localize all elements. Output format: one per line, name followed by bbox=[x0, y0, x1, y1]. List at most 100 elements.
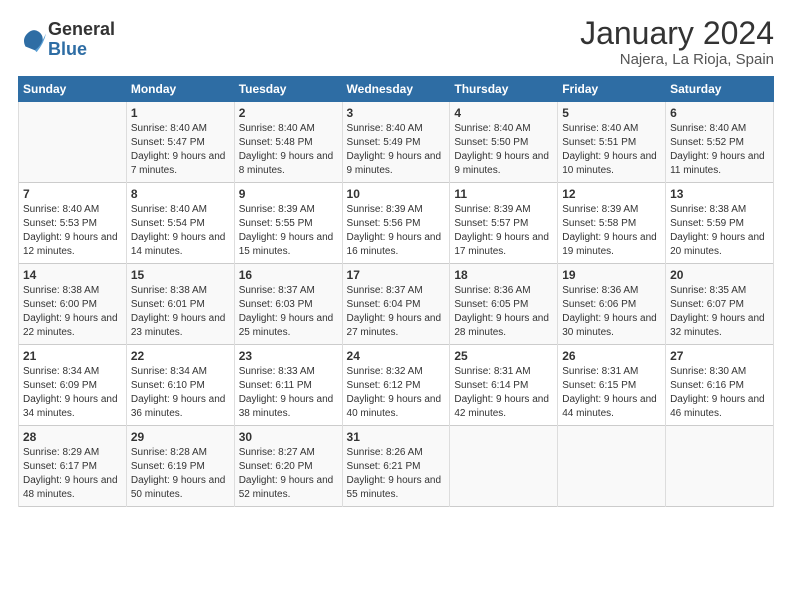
day-number: 11 bbox=[454, 187, 553, 201]
day-number: 9 bbox=[239, 187, 338, 201]
title-block: January 2024 Najera, La Rioja, Spain bbox=[580, 16, 774, 68]
day-number: 13 bbox=[670, 187, 769, 201]
logo-icon bbox=[18, 26, 46, 54]
cell-3-5: 26Sunrise: 8:31 AMSunset: 6:15 PMDayligh… bbox=[558, 345, 666, 426]
col-friday: Friday bbox=[558, 77, 666, 102]
cell-1-5: 12 Sunrise: 8:39 AMSunset: 5:58 PMDayligh… bbox=[558, 183, 666, 264]
cell-0-6: 6 Sunrise: 8:40 AMSunset: 5:52 PMDaylight… bbox=[666, 102, 774, 183]
cell-info: Sunrise: 8:39 AMSunset: 5:58 PMDaylight:… bbox=[562, 203, 661, 259]
day-number: 5 bbox=[562, 106, 661, 120]
cell-3-2: 23Sunrise: 8:33 AMSunset: 6:11 PMDayligh… bbox=[234, 345, 342, 426]
cell-2-6: 20 Sunrise: 8:35 AMSunset: 6:07 PMDayligh… bbox=[666, 264, 774, 345]
calendar-table: Sunday Monday Tuesday Wednesday Thursday… bbox=[18, 76, 774, 507]
cell-info: Sunrise: 8:38 AMSunset: 6:01 PMDaylight:… bbox=[131, 284, 230, 340]
cell-info: Sunrise: 8:40 AMSunset: 5:54 PMDaylight:… bbox=[131, 203, 230, 259]
cell-0-3: 3 Sunrise: 8:40 AMSunset: 5:49 PMDaylight… bbox=[342, 102, 450, 183]
week-row-0: 1Sunrise: 8:40 AMSunset: 5:47 PMDaylight… bbox=[19, 102, 774, 183]
week-row-4: 28Sunrise: 8:29 AMSunset: 6:17 PMDayligh… bbox=[19, 426, 774, 507]
cell-0-4: 4 Sunrise: 8:40 AMSunset: 5:50 PMDaylight… bbox=[450, 102, 558, 183]
cell-info: Sunrise: 8:28 AMSunset: 6:19 PMDaylight:… bbox=[131, 446, 230, 502]
day-number: 10 bbox=[347, 187, 446, 201]
day-number: 26 bbox=[562, 349, 661, 363]
cell-1-4: 11 Sunrise: 8:39 AMSunset: 5:57 PMDayligh… bbox=[450, 183, 558, 264]
cell-3-6: 27 Sunrise: 8:30 AMSunset: 6:16 PMDayligh… bbox=[666, 345, 774, 426]
cell-info: Sunrise: 8:30 AMSunset: 6:16 PMDaylight:… bbox=[670, 365, 769, 421]
cell-4-0: 28Sunrise: 8:29 AMSunset: 6:17 PMDayligh… bbox=[19, 426, 127, 507]
day-number: 17 bbox=[347, 268, 446, 282]
cell-2-1: 15Sunrise: 8:38 AMSunset: 6:01 PMDayligh… bbox=[126, 264, 234, 345]
day-number: 21 bbox=[23, 349, 122, 363]
cell-0-0 bbox=[19, 102, 127, 183]
cell-info: Sunrise: 8:38 AMSunset: 6:00 PMDaylight:… bbox=[23, 284, 122, 340]
day-number: 8 bbox=[131, 187, 230, 201]
cell-info: Sunrise: 8:40 AMSunset: 5:50 PMDaylight:… bbox=[454, 122, 553, 178]
cell-info: Sunrise: 8:27 AMSunset: 6:20 PMDaylight:… bbox=[239, 446, 338, 502]
header: General Blue January 2024 Najera, La Rio… bbox=[18, 16, 774, 68]
day-number: 14 bbox=[23, 268, 122, 282]
cell-1-1: 8 Sunrise: 8:40 AMSunset: 5:54 PMDaylight… bbox=[126, 183, 234, 264]
cell-info: Sunrise: 8:34 AMSunset: 6:10 PMDaylight:… bbox=[131, 365, 230, 421]
col-saturday: Saturday bbox=[666, 77, 774, 102]
cell-3-4: 25 Sunrise: 8:31 AMSunset: 6:14 PMDayligh… bbox=[450, 345, 558, 426]
day-number: 3 bbox=[347, 106, 446, 120]
col-thursday: Thursday bbox=[450, 77, 558, 102]
cell-info: Sunrise: 8:39 AMSunset: 5:55 PMDaylight:… bbox=[239, 203, 338, 259]
cell-0-2: 2 Sunrise: 8:40 AMSunset: 5:48 PMDaylight… bbox=[234, 102, 342, 183]
day-number: 16 bbox=[239, 268, 338, 282]
cell-4-2: 30 Sunrise: 8:27 AMSunset: 6:20 PMDayligh… bbox=[234, 426, 342, 507]
cell-info: Sunrise: 8:37 AMSunset: 6:04 PMDaylight:… bbox=[347, 284, 446, 340]
cell-info: Sunrise: 8:35 AMSunset: 6:07 PMDaylight:… bbox=[670, 284, 769, 340]
col-wednesday: Wednesday bbox=[342, 77, 450, 102]
cell-2-4: 18Sunrise: 8:36 AMSunset: 6:05 PMDayligh… bbox=[450, 264, 558, 345]
cell-info: Sunrise: 8:39 AMSunset: 5:57 PMDaylight:… bbox=[454, 203, 553, 259]
cell-info: Sunrise: 8:37 AMSunset: 6:03 PMDaylight:… bbox=[239, 284, 338, 340]
cell-2-5: 19 Sunrise: 8:36 AMSunset: 6:06 PMDayligh… bbox=[558, 264, 666, 345]
cell-1-3: 10 Sunrise: 8:39 AMSunset: 5:56 PMDayligh… bbox=[342, 183, 450, 264]
week-row-3: 21Sunrise: 8:34 AMSunset: 6:09 PMDayligh… bbox=[19, 345, 774, 426]
cell-1-2: 9 Sunrise: 8:39 AMSunset: 5:55 PMDaylight… bbox=[234, 183, 342, 264]
day-number: 30 bbox=[239, 430, 338, 444]
calendar-page: General Blue January 2024 Najera, La Rio… bbox=[0, 0, 792, 612]
cell-info: Sunrise: 8:32 AMSunset: 6:12 PMDaylight:… bbox=[347, 365, 446, 421]
cell-info: Sunrise: 8:40 AMSunset: 5:52 PMDaylight:… bbox=[670, 122, 769, 178]
day-number: 27 bbox=[670, 349, 769, 363]
day-number: 4 bbox=[454, 106, 553, 120]
cell-2-2: 16 Sunrise: 8:37 AMSunset: 6:03 PMDayligh… bbox=[234, 264, 342, 345]
cell-info: Sunrise: 8:36 AMSunset: 6:06 PMDaylight:… bbox=[562, 284, 661, 340]
cell-info: Sunrise: 8:40 AMSunset: 5:49 PMDaylight:… bbox=[347, 122, 446, 178]
header-row: Sunday Monday Tuesday Wednesday Thursday… bbox=[19, 77, 774, 102]
cell-info: Sunrise: 8:36 AMSunset: 6:05 PMDaylight:… bbox=[454, 284, 553, 340]
cell-info: Sunrise: 8:40 AMSunset: 5:53 PMDaylight:… bbox=[23, 203, 122, 259]
day-number: 20 bbox=[670, 268, 769, 282]
cell-2-0: 14 Sunrise: 8:38 AMSunset: 6:00 PMDayligh… bbox=[19, 264, 127, 345]
cell-1-6: 13 Sunrise: 8:38 AMSunset: 5:59 PMDayligh… bbox=[666, 183, 774, 264]
cell-0-5: 5 Sunrise: 8:40 AMSunset: 5:51 PMDaylight… bbox=[558, 102, 666, 183]
day-number: 12 bbox=[562, 187, 661, 201]
month-title: January 2024 bbox=[580, 16, 774, 51]
cell-info: Sunrise: 8:38 AMSunset: 5:59 PMDaylight:… bbox=[670, 203, 769, 259]
week-row-2: 14 Sunrise: 8:38 AMSunset: 6:00 PMDayligh… bbox=[19, 264, 774, 345]
day-number: 23 bbox=[239, 349, 338, 363]
col-tuesday: Tuesday bbox=[234, 77, 342, 102]
cell-info: Sunrise: 8:31 AMSunset: 6:14 PMDaylight:… bbox=[454, 365, 553, 421]
day-number: 7 bbox=[23, 187, 122, 201]
col-sunday: Sunday bbox=[19, 77, 127, 102]
day-number: 2 bbox=[239, 106, 338, 120]
logo: General Blue bbox=[18, 20, 115, 60]
cell-3-3: 24Sunrise: 8:32 AMSunset: 6:12 PMDayligh… bbox=[342, 345, 450, 426]
cell-info: Sunrise: 8:40 AMSunset: 5:48 PMDaylight:… bbox=[239, 122, 338, 178]
day-number: 25 bbox=[454, 349, 553, 363]
cell-info: Sunrise: 8:40 AMSunset: 5:51 PMDaylight:… bbox=[562, 122, 661, 178]
day-number: 19 bbox=[562, 268, 661, 282]
cell-info: Sunrise: 8:26 AMSunset: 6:21 PMDaylight:… bbox=[347, 446, 446, 502]
day-number: 6 bbox=[670, 106, 769, 120]
cell-4-6 bbox=[666, 426, 774, 507]
day-number: 28 bbox=[23, 430, 122, 444]
week-row-1: 7 Sunrise: 8:40 AMSunset: 5:53 PMDaylight… bbox=[19, 183, 774, 264]
day-number: 31 bbox=[347, 430, 446, 444]
cell-info: Sunrise: 8:39 AMSunset: 5:56 PMDaylight:… bbox=[347, 203, 446, 259]
cell-4-5 bbox=[558, 426, 666, 507]
cell-0-1: 1Sunrise: 8:40 AMSunset: 5:47 PMDaylight… bbox=[126, 102, 234, 183]
logo-general: General bbox=[48, 20, 115, 40]
cell-3-0: 21Sunrise: 8:34 AMSunset: 6:09 PMDayligh… bbox=[19, 345, 127, 426]
